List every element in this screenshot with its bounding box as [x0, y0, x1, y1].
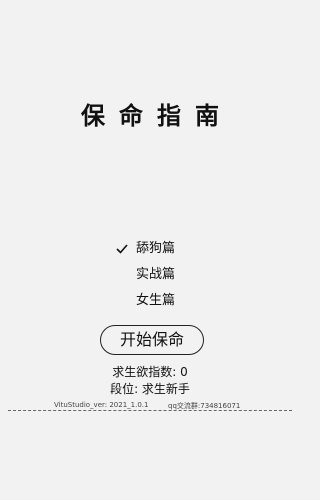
- chapter-menu: 舔狗篇 实战篇 女生篇: [0, 236, 300, 314]
- rank-label: 段位: 求生新手: [110, 382, 190, 396]
- start-button[interactable]: 开始保命: [100, 325, 204, 355]
- version-text: VituStudio_ver: 2021_1.0.1: [54, 401, 149, 409]
- menu-item-label: 舔狗篇: [136, 241, 176, 256]
- menu-item-label: 女生篇: [136, 293, 176, 308]
- player-stats: 求生欲指数: 0 段位: 求生新手: [0, 364, 300, 398]
- checkmark-icon: [116, 236, 130, 262]
- menu-item-nvsheng[interactable]: 女生篇: [0, 288, 300, 314]
- menu-item-shizhan[interactable]: 实战篇: [0, 262, 300, 288]
- game-title: 保命指南: [81, 101, 233, 130]
- menu-item-tiangou[interactable]: 舔狗篇: [0, 236, 300, 262]
- survival-index: 求生欲指数: 0: [112, 365, 188, 379]
- menu-item-label: 实战篇: [136, 267, 176, 282]
- game-screen: 保命指南 舔狗篇 实战篇 女生篇 开始保命 求生欲指数: 0 段位: 求生新手 …: [0, 0, 300, 500]
- dashed-divider: [8, 410, 292, 411]
